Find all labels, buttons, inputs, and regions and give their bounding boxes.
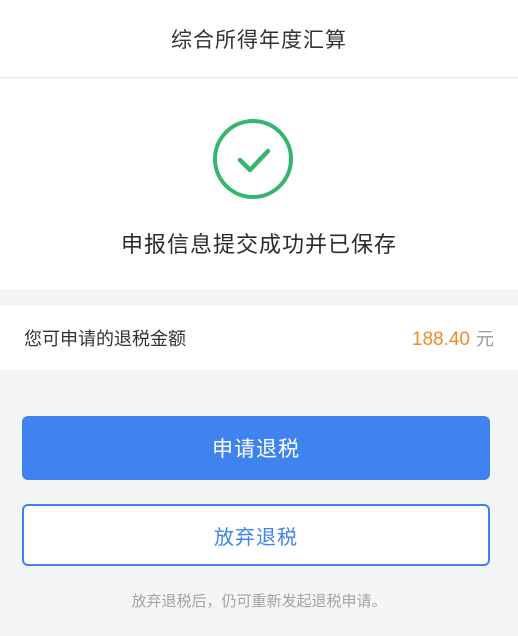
refund-amount-label: 您可申请的退税金额 [24, 329, 186, 350]
apply-refund-button[interactable]: 申请退税 [22, 416, 490, 480]
refund-unit: 元 [476, 329, 494, 350]
waive-footnote: 放弃退税后，仍可重新发起退税申请。 [131, 592, 387, 610]
success-card: 申报信息提交成功并已保存 [0, 79, 518, 289]
waive-refund-button[interactable]: 放弃退税 [22, 504, 490, 566]
page-title: 综合所得年度汇算 [171, 27, 347, 52]
refund-result-page: 综合所得年度汇算 申报信息提交成功并已保存 您可申请的退税金额 188.40 元… [0, 0, 518, 636]
page-header: 综合所得年度汇算 [0, 0, 518, 78]
check-circle-icon [213, 119, 293, 199]
refund-amount-value: 188.40 元 [412, 325, 494, 351]
refund-amount: 188.40 [411, 329, 470, 350]
success-message: 申报信息提交成功并已保存 [120, 233, 397, 258]
refund-amount-row: 您可申请的退税金额 188.40 元 [0, 306, 518, 370]
